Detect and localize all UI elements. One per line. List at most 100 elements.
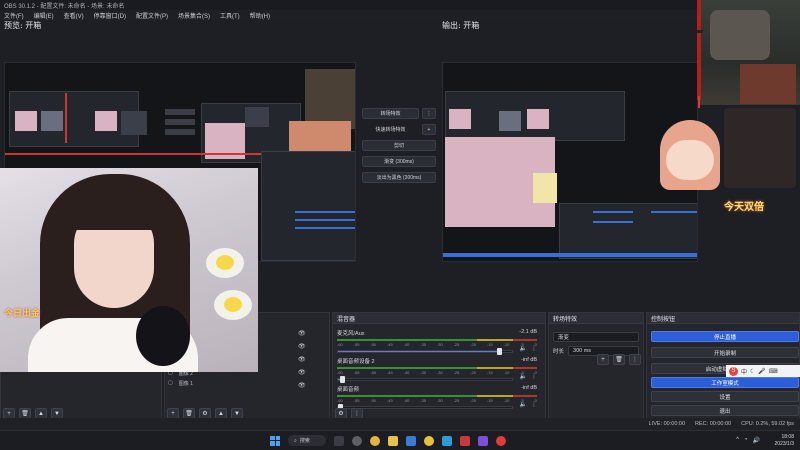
file-explorer-icon[interactable] — [388, 435, 398, 446]
menu-help[interactable]: 帮助(H) — [250, 11, 270, 20]
start-record-button[interactable]: 开始录制 — [651, 347, 799, 358]
exit-button[interactable]: 退出 — [651, 405, 799, 416]
transitions-toolbar: + 🗑 ⋮ — [597, 354, 641, 365]
stop-stream-button[interactable]: 停止直播 — [651, 331, 799, 342]
webcam-subject-hair — [70, 194, 160, 230]
scale-tick: -40 — [403, 370, 410, 375]
menu-profile[interactable]: 配置文件(P) — [136, 11, 168, 20]
settings-button[interactable]: 设置 — [651, 391, 799, 402]
scale-tick: -45 — [386, 342, 393, 347]
menu-edit[interactable]: 编辑(E) — [34, 11, 54, 20]
ime-moon-icon[interactable]: ☾ — [750, 368, 755, 375]
eye-icon[interactable]: 👁 — [298, 343, 306, 350]
ime-keyboard-icon[interactable]: ⌨ — [769, 368, 778, 375]
nested-thumbnail — [449, 109, 471, 129]
webcam-overlay: 今日出金 — [0, 168, 258, 372]
nested-plush — [533, 173, 557, 203]
transitions-dock: 转场特效 渐变 时长 300 ms + 🗑 ⋮ — [548, 312, 644, 422]
more-icon[interactable]: ⋮ — [629, 354, 641, 365]
menu-tools[interactable]: 工具(T) — [220, 11, 240, 20]
ime-mode-icon[interactable]: 中 — [741, 367, 747, 376]
fade-black-button[interactable]: 淡出为黑色 (300ms) — [362, 172, 436, 183]
studio-transition-button[interactable]: 转场特效 — [362, 108, 419, 119]
volume-slider[interactable] — [337, 376, 513, 383]
fade-button[interactable]: 渐变 (300ms) — [362, 156, 436, 167]
window-title: OBS 30.1.2 - 配置文件: 未命名 - 场景: 未命名 — [4, 3, 125, 10]
more-icon[interactable]: ⋮ — [531, 401, 537, 408]
nested-selected-row — [593, 221, 633, 223]
speaker-icon[interactable]: 🔈 — [520, 401, 527, 408]
app-icon[interactable] — [496, 435, 506, 446]
channel-name: 桌面音频设备 2 — [337, 359, 375, 365]
nested-button — [165, 129, 195, 135]
audio-mixer-dock: 混音器 麦克风/Aux -2.1 dB -60 -55 -50 -45 -40 -35 -30 -… — [332, 312, 546, 422]
mixer-channel: 麦克风/Aux -2.1 dB -60 -55 -50 -45 -40 -35 -30 -25 -2… — [337, 329, 537, 355]
cut-button[interactable]: 剪切 — [362, 140, 436, 151]
volume-slider[interactable] — [337, 348, 513, 355]
webcam-caption: 今日出金 — [4, 308, 41, 318]
menu-docks[interactable]: 停靠窗口(D) — [94, 11, 126, 20]
app-icon[interactable] — [460, 435, 470, 446]
clock-time: 18:08 — [781, 434, 794, 440]
list-item[interactable]: ▢ 图像 1 — [168, 378, 258, 388]
volume-handle[interactable] — [496, 348, 502, 355]
character-sticker: 今天双倍 — [640, 100, 800, 220]
scale-tick: -35 — [420, 370, 427, 375]
channel-controls: 🔈 ⋮ — [520, 373, 537, 380]
window-title-bar: OBS 30.1.2 - 配置文件: 未命名 - 场景: 未命名 — [0, 0, 700, 10]
eye-icon[interactable]: 👁 — [298, 356, 306, 363]
menu-scene-collection[interactable]: 场景集合(S) — [178, 11, 210, 20]
chrome-app-icon[interactable] — [370, 435, 380, 446]
transition-select[interactable]: 渐变 — [553, 331, 639, 342]
network-icon[interactable]: ◔ — [744, 437, 748, 444]
studio-mode-button[interactable]: 工作室模式 — [651, 377, 799, 388]
menu-view[interactable]: 查看(V) — [64, 11, 84, 20]
quick-transition-label: 快速转场特效 — [375, 127, 406, 133]
store-app-icon[interactable] — [406, 435, 416, 446]
nested-selected-row — [593, 211, 633, 213]
volume-icon[interactable]: 🔊 — [753, 437, 760, 444]
speaker-icon[interactable]: 🔈 — [520, 345, 527, 352]
scale-tick: -15 — [486, 342, 493, 347]
scale-tick: -60 — [337, 370, 343, 375]
eye-icon[interactable]: 👁 — [298, 382, 306, 389]
app-icon[interactable] — [442, 435, 452, 446]
source-name: 图像 1 — [178, 380, 193, 387]
obs-app-icon[interactable] — [352, 435, 362, 446]
taskbar-search[interactable]: ⌕ 搜索 — [288, 435, 326, 446]
volume-handle[interactable] — [340, 376, 346, 383]
task-view-icon[interactable] — [334, 435, 344, 446]
search-label: 搜索 — [299, 438, 310, 444]
ime-mic-icon[interactable]: 🎤 — [758, 368, 765, 375]
more-icon[interactable]: ⋮ — [422, 108, 436, 119]
scale-tick: -55 — [353, 398, 360, 403]
eye-icon[interactable]: 👁 — [298, 330, 306, 337]
more-icon[interactable]: ⋮ — [531, 373, 537, 380]
app-icon[interactable] — [478, 435, 488, 446]
scale-tick: -60 — [337, 342, 343, 347]
scale-tick: -45 — [386, 398, 393, 403]
app-icon[interactable] — [424, 435, 434, 446]
ime-toolbar[interactable]: S 中 ☾ 🎤 ⌨ — [726, 365, 800, 377]
image-icon: ▢ — [168, 380, 173, 386]
chevron-up-icon[interactable]: ^ — [736, 437, 739, 444]
eye-icon[interactable]: 👁 — [298, 369, 306, 376]
transition-selected: 渐变 — [558, 334, 570, 341]
scale-tick: -10 — [503, 398, 510, 403]
meter-scale: -60 -55 -50 -45 -40 -35 -30 -25 -20 -15 -10 -5 0 — [337, 342, 537, 347]
volume-slider[interactable] — [337, 404, 513, 411]
scale-tick: -10 — [503, 342, 510, 347]
taskbar-clock[interactable]: 18:08 2023/1/3 — [775, 434, 794, 448]
add-icon[interactable]: + — [422, 124, 436, 135]
menu-file[interactable]: 文件(F) — [4, 11, 24, 20]
more-icon[interactable]: ⋮ — [531, 345, 537, 352]
trash-icon[interactable]: 🗑 — [613, 354, 625, 365]
windows-taskbar: ⌕ 搜索 ^ ◔ 🔊 18:08 2023/1/3 — [0, 430, 800, 450]
preview-label: 预览: 开箱 — [4, 21, 42, 30]
start-icon[interactable] — [270, 435, 280, 446]
add-icon[interactable]: + — [597, 354, 609, 365]
speaker-icon[interactable]: 🔈 — [520, 373, 527, 380]
scale-tick: -20 — [470, 398, 477, 403]
scale-tick: -25 — [453, 370, 460, 375]
nested-thumbnail — [527, 109, 549, 129]
